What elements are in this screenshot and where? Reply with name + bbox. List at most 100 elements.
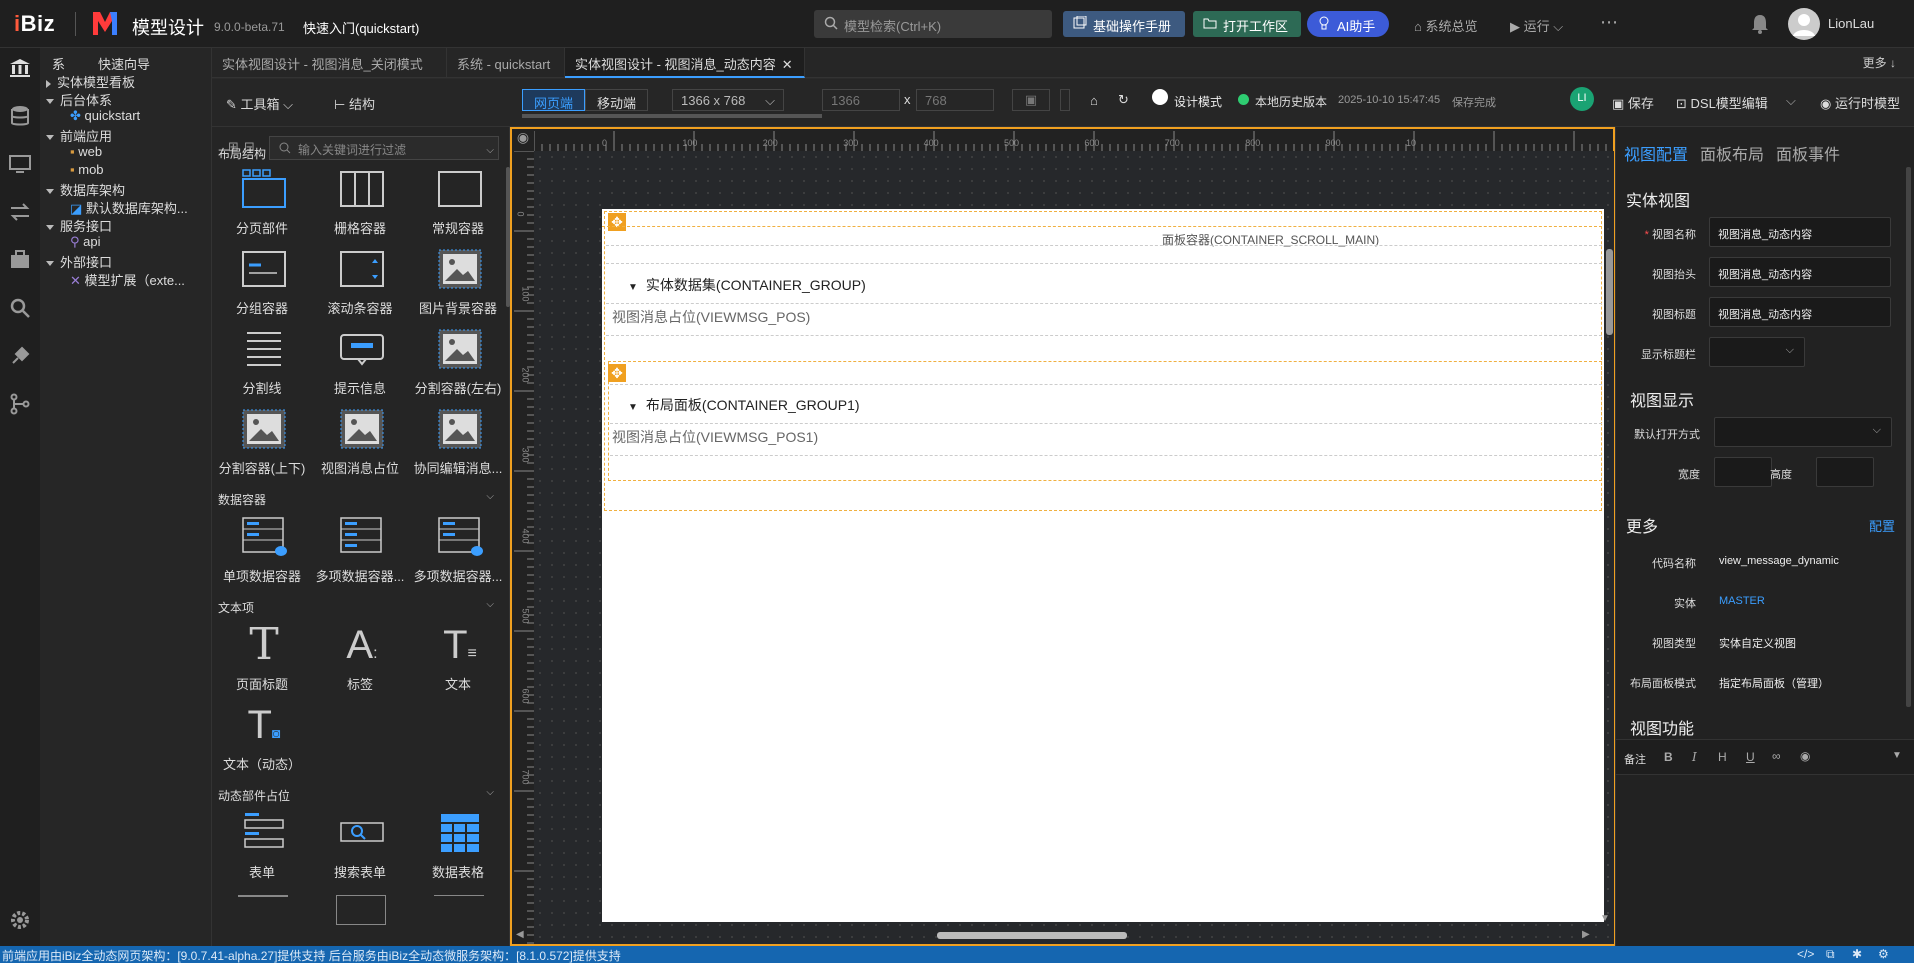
view-name-input[interactable]: 视图消息_动态内容 <box>1709 217 1891 247</box>
palette-item-page-title[interactable]: T 页面标题 <box>214 623 310 693</box>
palette-item-multi-data-2[interactable]: 多项数据容器... <box>410 515 506 585</box>
viewmsg-placeholder[interactable]: 视图消息占位(VIEWMSG_POS) <box>612 307 810 327</box>
tab-view-msg-close[interactable]: 实体视图设计 - 视图消息_关闭模式 <box>212 48 447 78</box>
tree-item-mob[interactable]: ▪ mob <box>70 162 104 177</box>
show-title-select[interactable]: ⌵ <box>1709 337 1805 367</box>
bold-icon[interactable]: B <box>1664 750 1673 764</box>
palette-item-single-data[interactable]: 单项数据容器 <box>214 515 310 585</box>
tree-tab-more[interactable]: · <box>146 54 150 69</box>
palette-item-divider[interactable]: 分割线 <box>214 327 310 397</box>
toolbox-dropdown[interactable]: ✎ 工具箱 ⌵ <box>226 94 293 113</box>
palette-item-multi-data[interactable]: 多项数据容器... <box>312 515 408 585</box>
briefcase-icon[interactable] <box>8 248 32 272</box>
copy-icon[interactable]: ⧉ <box>1826 947 1835 962</box>
tree-item-frontend[interactable]: 前端应用 <box>46 126 112 145</box>
history-button[interactable]: 本地历史版本 <box>1255 93 1327 110</box>
tab-panel-events[interactable]: 面板事件 <box>1776 141 1840 165</box>
eye-icon[interactable]: ◉ <box>512 129 534 151</box>
database-icon[interactable] <box>8 104 32 128</box>
collaborator-avatar[interactable]: LI <box>1570 87 1594 111</box>
tab-view-msg-dynamic[interactable]: 实体视图设计 - 视图消息_动态内容 ✕ <box>565 48 805 78</box>
palette-item-tooltip[interactable]: 提示信息 <box>312 327 408 397</box>
dsl-edit-button[interactable]: ⊡ DSL模型编辑 <box>1676 93 1768 112</box>
open-mode-select[interactable]: ⌵ <box>1714 417 1892 447</box>
resolution-select[interactable]: 1366 x 768 ⌵ <box>672 89 784 111</box>
close-icon[interactable]: ✕ <box>782 57 793 72</box>
palette-item-split-lr[interactable]: 分割容器(左右) <box>410 327 506 397</box>
height-input[interactable]: 768 <box>916 89 994 111</box>
move-handle-icon[interactable]: ✥ <box>608 364 626 382</box>
design-mode-toggle[interactable] <box>1152 89 1168 105</box>
width-input[interactable]: 1366 <box>822 89 900 111</box>
tree-item-database[interactable]: 数据库架构 <box>46 180 125 199</box>
palette-section-widgets[interactable]: 动态部件占位 ⌵ <box>218 787 504 804</box>
user-name[interactable]: LionLau <box>1828 16 1874 31</box>
structure-button[interactable]: ⊢ 结构 <box>334 94 375 113</box>
bank-icon[interactable] <box>8 56 32 80</box>
palette-item-text[interactable]: T≡ 文本 <box>410 623 506 693</box>
palette-item-form[interactable]: 表单 <box>214 811 310 881</box>
palette-item-partial[interactable] <box>238 895 288 925</box>
panel-scrollbar[interactable] <box>1906 167 1911 707</box>
toolbar-item[interactable] <box>1060 89 1070 111</box>
palette-item-container[interactable]: 常规容器 <box>410 167 506 237</box>
palette-item-viewmsg[interactable]: 视图消息占位 <box>312 407 408 477</box>
entity-link[interactable]: MASTER <box>1719 595 1765 607</box>
ibiz-logo[interactable]: iBiz <box>14 11 55 37</box>
save-icon[interactable]: ▣ <box>1012 89 1050 111</box>
avatar[interactable] <box>1788 8 1820 40</box>
config-link[interactable]: 配置 <box>1869 516 1895 535</box>
palette-item-grid[interactable]: 栅格容器 <box>312 167 408 237</box>
palette-item-tabs[interactable]: 分页部件 <box>214 167 310 237</box>
chevron-down-icon[interactable]: ⌵ <box>1786 93 1796 109</box>
tree-item-default-db[interactable]: ◪ 默认数据库架构... <box>70 198 210 217</box>
home-icon[interactable]: ⌂ <box>1090 93 1098 108</box>
tree-tab-system[interactable]: 系 <box>52 54 65 73</box>
git-branch-icon[interactable] <box>8 392 32 416</box>
tree-item-external-api[interactable]: 外部接口 <box>46 252 112 271</box>
save-button[interactable]: ▣ 保存 <box>1612 93 1654 112</box>
italic-icon[interactable]: I <box>1692 750 1697 764</box>
gear-icon[interactable] <box>8 908 32 932</box>
palette-item-search-form[interactable]: 搜索表单 <box>312 811 408 881</box>
palette-section-layout[interactable]: 布局结构 ⌵ <box>218 145 504 162</box>
tree-item-api[interactable]: ⚲ api <box>70 234 101 250</box>
scroll-down-icon[interactable]: ▼ <box>1600 913 1610 924</box>
underline-icon[interactable]: U <box>1746 750 1755 764</box>
canvas-scrollbar[interactable] <box>1606 249 1613 335</box>
tree-item-entity-board[interactable]: 实体模型看板 <box>46 72 135 91</box>
palette-item-partial[interactable] <box>434 895 484 925</box>
tab-view-config[interactable]: 视图配置 <box>1624 141 1688 165</box>
tree-item-service-api[interactable]: 服务接口 <box>46 216 112 235</box>
ai-assistant-button[interactable]: AI助手 <box>1307 11 1389 37</box>
tree-item-backend[interactable]: 后台体系 <box>46 90 112 109</box>
toolbar-scrollbar[interactable] <box>522 114 822 118</box>
eye-icon[interactable]: ◉ <box>1800 749 1810 763</box>
scroll-right-icon[interactable]: ▶ <box>1582 929 1590 940</box>
caret-down-icon[interactable]: ▼ <box>1892 750 1902 761</box>
monitor-icon[interactable] <box>8 152 32 176</box>
tree-item-web[interactable]: ▪ web <box>70 144 102 159</box>
palette-item-scroll[interactable]: 滚动条容器 <box>312 247 408 317</box>
palette-item-dynamic-text[interactable]: T◙ 文本（动态） <box>214 703 310 773</box>
manual-button[interactable]: 基础操作手册 <box>1063 11 1185 37</box>
palette-item-collab-msg[interactable]: 协同编辑消息... <box>410 407 506 477</box>
gear-icon[interactable]: ⚙ <box>1878 947 1889 961</box>
tabs-more-button[interactable]: 更多 ↓ <box>1863 54 1896 71</box>
palette-item-group[interactable]: 分组容器 <box>214 247 310 317</box>
more-icon[interactable]: ⋯ <box>1600 12 1618 33</box>
tree-item-model-extension[interactable]: ✕ 模型扩展（exte... <box>70 270 210 289</box>
palette-item-label[interactable]: A: 标签 <box>312 623 408 693</box>
model-search-input[interactable]: 模型检索(Ctrl+K) <box>814 10 1052 38</box>
tab-panel-layout[interactable]: 面板布局 <box>1700 141 1764 165</box>
palette-section-text[interactable]: 文本项 ⌵ <box>218 599 504 616</box>
viewmsg-placeholder[interactable]: 视图消息占位(VIEWMSG_POS1) <box>612 427 818 447</box>
palette-item-split-tb[interactable]: 分割容器(上下) <box>214 407 310 477</box>
horizontal-scrollbar[interactable] <box>937 932 1127 939</box>
project-name[interactable]: 快速入门(quickstart) <box>303 18 419 37</box>
palette-item-image-bg[interactable]: 图片背景容器 <box>410 247 506 317</box>
tab-system-quickstart[interactable]: 系统 - quickstart <box>447 48 565 78</box>
system-overview-link[interactable]: ⌂ 系统总览 <box>1414 16 1477 35</box>
runtime-model-button[interactable]: ◉ 运行时模型 <box>1820 93 1900 112</box>
code-icon[interactable]: </> <box>1797 947 1814 961</box>
